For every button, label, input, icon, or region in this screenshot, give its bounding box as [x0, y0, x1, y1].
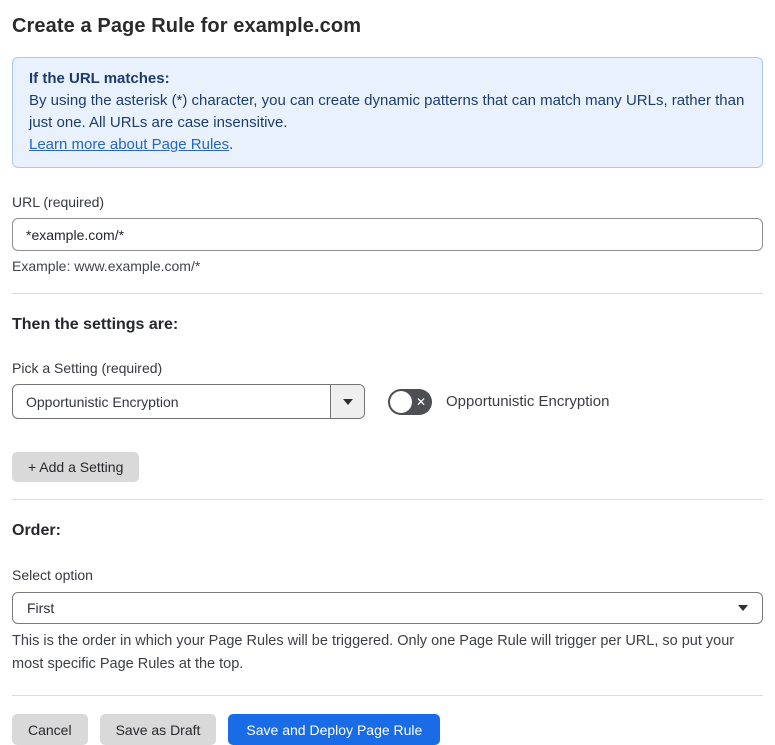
order-select-label: Select option — [12, 567, 93, 583]
setting-combobox-value: Opportunistic Encryption — [26, 393, 179, 410]
setting-combobox[interactable]: Opportunistic Encryption — [12, 384, 365, 419]
url-matches-info-box: If the URL matches: By using the asteris… — [12, 57, 763, 168]
order-select[interactable]: First — [12, 592, 763, 624]
link-suffix: . — [229, 136, 234, 153]
info-link-line: Learn more about Page Rules. — [29, 134, 746, 156]
page-title: Create a Page Rule for example.com — [12, 15, 362, 37]
chevron-down-icon — [738, 605, 748, 611]
toggle-off-x-icon: ✕ — [415, 394, 426, 409]
opportunistic-encryption-toggle[interactable]: ✕ — [388, 388, 432, 415]
url-field-label: URL (required) — [12, 194, 105, 210]
order-helper-text: This is the order in which your Page Rul… — [12, 633, 735, 672]
save-as-draft-button[interactable]: Save as Draft — [99, 714, 217, 745]
divider — [12, 695, 763, 696]
toggle-setting-label: Opportunistic Encryption — [446, 393, 610, 410]
divider — [12, 293, 763, 294]
learn-more-link[interactable]: Learn more about Page Rules — [29, 136, 229, 153]
footer-actions: Cancel Save as Draft Save and Deploy Pag… — [12, 714, 763, 745]
url-input[interactable] — [12, 218, 763, 251]
toggle-knob — [390, 390, 412, 413]
add-setting-button[interactable]: + Add a Setting — [12, 452, 140, 482]
cancel-button[interactable]: Cancel — [12, 714, 88, 745]
save-and-deploy-button[interactable]: Save and Deploy Page Rule — [228, 714, 441, 745]
order-select-value: First — [27, 600, 55, 616]
info-box-heading: If the URL matches: — [29, 70, 170, 87]
order-section-heading: Order: — [12, 522, 61, 539]
chevron-down-icon — [342, 398, 353, 405]
divider — [12, 499, 763, 500]
setting-row: Opportunistic Encryption ✕ Opportunistic… — [12, 384, 763, 419]
setting-combobox-arrow-button[interactable] — [330, 385, 364, 418]
settings-section-heading: Then the settings are: — [12, 316, 179, 333]
pick-setting-label: Pick a Setting (required) — [12, 360, 163, 376]
url-example-helper: Example: www.example.com/* — [12, 258, 201, 274]
page-rule-form: Create a Page Rule for example.com If th… — [0, 0, 775, 745]
info-box-body: By using the asterisk (*) character, you… — [29, 92, 745, 131]
